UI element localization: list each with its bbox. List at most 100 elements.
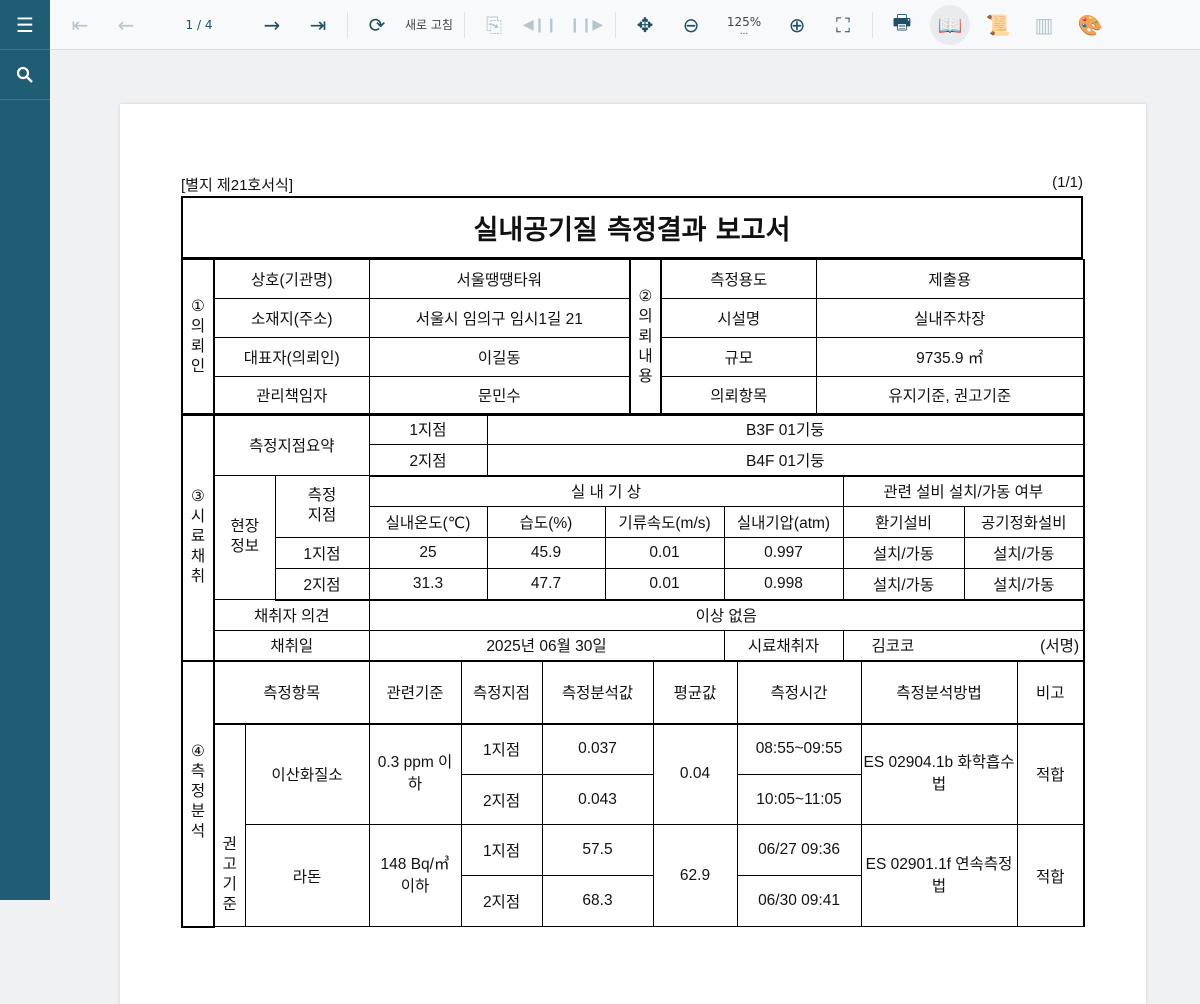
- step-back-icon[interactable]: ◀❙❙: [522, 7, 558, 43]
- field-label: 시설명: [660, 298, 817, 338]
- next-page-icon[interactable]: →: [254, 7, 290, 43]
- cell: 설치/가동: [963, 537, 1085, 569]
- point-label: 2지점: [368, 444, 488, 477]
- field-label: 규모: [660, 337, 817, 377]
- weather-group-header: 실 내 기 상: [368, 475, 844, 507]
- cell: 45.9: [486, 537, 606, 569]
- time-cell: 08:55~09:55: [736, 723, 862, 775]
- export-icon[interactable]: ⎘: [476, 7, 512, 43]
- time-cell: 06/27 09:36: [736, 824, 862, 876]
- document-header: [별지 제21호서식] (1/1): [181, 174, 1083, 195]
- analysis-section-label: ④측정분석: [190, 743, 206, 840]
- cell: 0.01: [604, 537, 725, 569]
- divider: [871, 11, 873, 38]
- result-cell: 적합: [1016, 723, 1085, 825]
- field-value: 유지기준, 권고기준: [815, 376, 1085, 415]
- sidebar: ☰: [0, 0, 50, 900]
- column-header: 평균값: [652, 661, 738, 725]
- divider: [614, 11, 616, 38]
- sampler-name: 김코코: [871, 638, 915, 656]
- viewer-toolbar: ⇤ ← 1 / 4 → ⇥ ⟳ 새로 고침 ⎘ ◀❙❙ ❙❙▶ ✥ ⊖ 125%…: [50, 0, 1200, 50]
- fullscreen-icon[interactable]: ⛶: [825, 7, 861, 43]
- date-value: 2025년 06월 30일: [368, 630, 725, 661]
- field-label: 상호(기관명): [213, 259, 370, 299]
- field-value: 실내주차장: [815, 298, 1085, 338]
- column-header: 측정분석방법: [860, 661, 1018, 725]
- method-cell: ES 02901.1f 연속측정법: [860, 824, 1018, 927]
- site-info-label: 현장정보: [230, 518, 260, 555]
- item-name: 라돈: [244, 824, 370, 927]
- equipment-group-header: 관련 설비 설치/가동 여부: [842, 475, 1085, 507]
- value-cell: 0.037: [541, 723, 654, 775]
- last-page-icon[interactable]: ⇥: [300, 7, 336, 43]
- point-label: 1지점: [368, 413, 488, 445]
- table-row: 권고기준 이산화질소 0.3 ppm 이하 1지점 0.037 0.04 08:55~…: [182, 723, 1085, 927]
- zoom-level[interactable]: 125%...: [719, 7, 769, 43]
- first-page-icon[interactable]: ⇤: [62, 7, 98, 43]
- average-cell: 62.9: [652, 824, 738, 927]
- point-column-header: 측정지점: [307, 487, 337, 524]
- field-label: 관리책임자: [213, 376, 370, 415]
- item-name: 이산화질소: [244, 723, 370, 825]
- previous-page-icon[interactable]: ←: [108, 7, 144, 43]
- form-label: [별지 제21호서식]: [181, 177, 293, 194]
- point-cell: 2지점: [460, 774, 543, 825]
- point-location: B4F 01기둥: [486, 444, 1085, 477]
- opinion-value: 이상 없음: [368, 599, 1085, 631]
- column-header: 측정분석값: [541, 661, 654, 725]
- value-cell: 68.3: [541, 875, 654, 927]
- page-count: (1/1): [1052, 174, 1083, 191]
- document-page: [별지 제21호서식] (1/1) 실내공기질 측정결과 보고서 ①의뢰인 상호…: [120, 104, 1146, 1004]
- document-title: 실내공기질 측정결과 보고서: [181, 196, 1083, 259]
- opinion-label: 채취자 의견: [213, 599, 370, 631]
- time-cell: 10:05~11:05: [736, 774, 862, 825]
- divider: [463, 11, 465, 38]
- zoom-out-icon[interactable]: ⊖: [673, 7, 709, 43]
- refresh-button[interactable]: 새로 고침: [405, 7, 453, 43]
- cell: 31.3: [368, 568, 488, 601]
- scroll-view-icon[interactable]: 📜: [980, 7, 1016, 43]
- column-header: 실내기압(atm): [723, 506, 844, 538]
- zoom-more[interactable]: ...: [740, 27, 749, 36]
- theme-palette-icon[interactable]: 🎨: [1072, 7, 1108, 43]
- analysis-table: ④측정분석 측정항목 관련기준 측정지점 측정분석값 평균값 측정시간 측정분석방법 비고 권…: [181, 661, 1086, 928]
- field-value: 서울시 임의구 임시1길 21: [368, 298, 631, 338]
- point-cell: 2지점: [460, 875, 543, 927]
- search-icon[interactable]: [0, 50, 50, 100]
- point-location: B3F 01기둥: [486, 413, 1085, 445]
- column-header: 실내온도(℃): [368, 506, 488, 538]
- average-cell: 0.04: [652, 723, 738, 825]
- refresh-icon[interactable]: ⟳: [359, 7, 395, 43]
- cell: 47.7: [486, 568, 606, 601]
- value-cell: 0.043: [541, 774, 654, 825]
- map-view-icon[interactable]: ▥: [1026, 7, 1062, 43]
- field-label: 소재지(주소): [213, 298, 370, 338]
- table-row: 2지점 31.3 47.7 0.01 0.998 설치/가동 설치/가동: [182, 568, 1085, 601]
- sampling-section-label: ③시료채취: [190, 487, 206, 585]
- cell: 설치/가동: [963, 568, 1085, 601]
- page-indicator[interactable]: 1 / 4: [154, 7, 244, 43]
- column-header: 비고: [1016, 661, 1085, 725]
- step-forward-icon[interactable]: ❙❙▶: [568, 7, 604, 43]
- print-icon[interactable]: 🖶: [884, 7, 920, 43]
- book-view-icon[interactable]: 📖: [929, 4, 970, 45]
- pan-icon[interactable]: ✥: [627, 7, 663, 43]
- menu-icon[interactable]: ☰: [0, 0, 50, 50]
- field-value: 이길동: [368, 337, 631, 377]
- field-label: 의뢰항목: [660, 376, 817, 415]
- field-value: 제출용: [815, 259, 1085, 299]
- field-value: 문민수: [368, 376, 631, 415]
- column-header: 습도(%): [486, 506, 606, 538]
- field-value: 9735.9 ㎡: [815, 337, 1085, 377]
- item-standard: 0.3 ppm 이하: [368, 723, 462, 825]
- signature-label: (서명): [1040, 638, 1080, 656]
- column-header: 측정지점: [460, 661, 543, 725]
- request-section-label: ②의뢰내용: [638, 287, 653, 385]
- cell: 0.01: [604, 568, 725, 601]
- zoom-in-icon[interactable]: ⊕: [779, 7, 815, 43]
- table-row: 1지점 25 45.9 0.01 0.997 설치/가동 설치/가동: [182, 537, 1085, 569]
- requester-section-label: ①의뢰인: [190, 297, 206, 375]
- sampling-table: ③시료채취 측정지점요약 1지점 B3F 01기둥 2지점 B4F 01기둥 현장…: [181, 413, 1086, 662]
- sampler-label: 시료채취자: [723, 630, 844, 661]
- time-cell: 06/30 09:41: [736, 875, 862, 927]
